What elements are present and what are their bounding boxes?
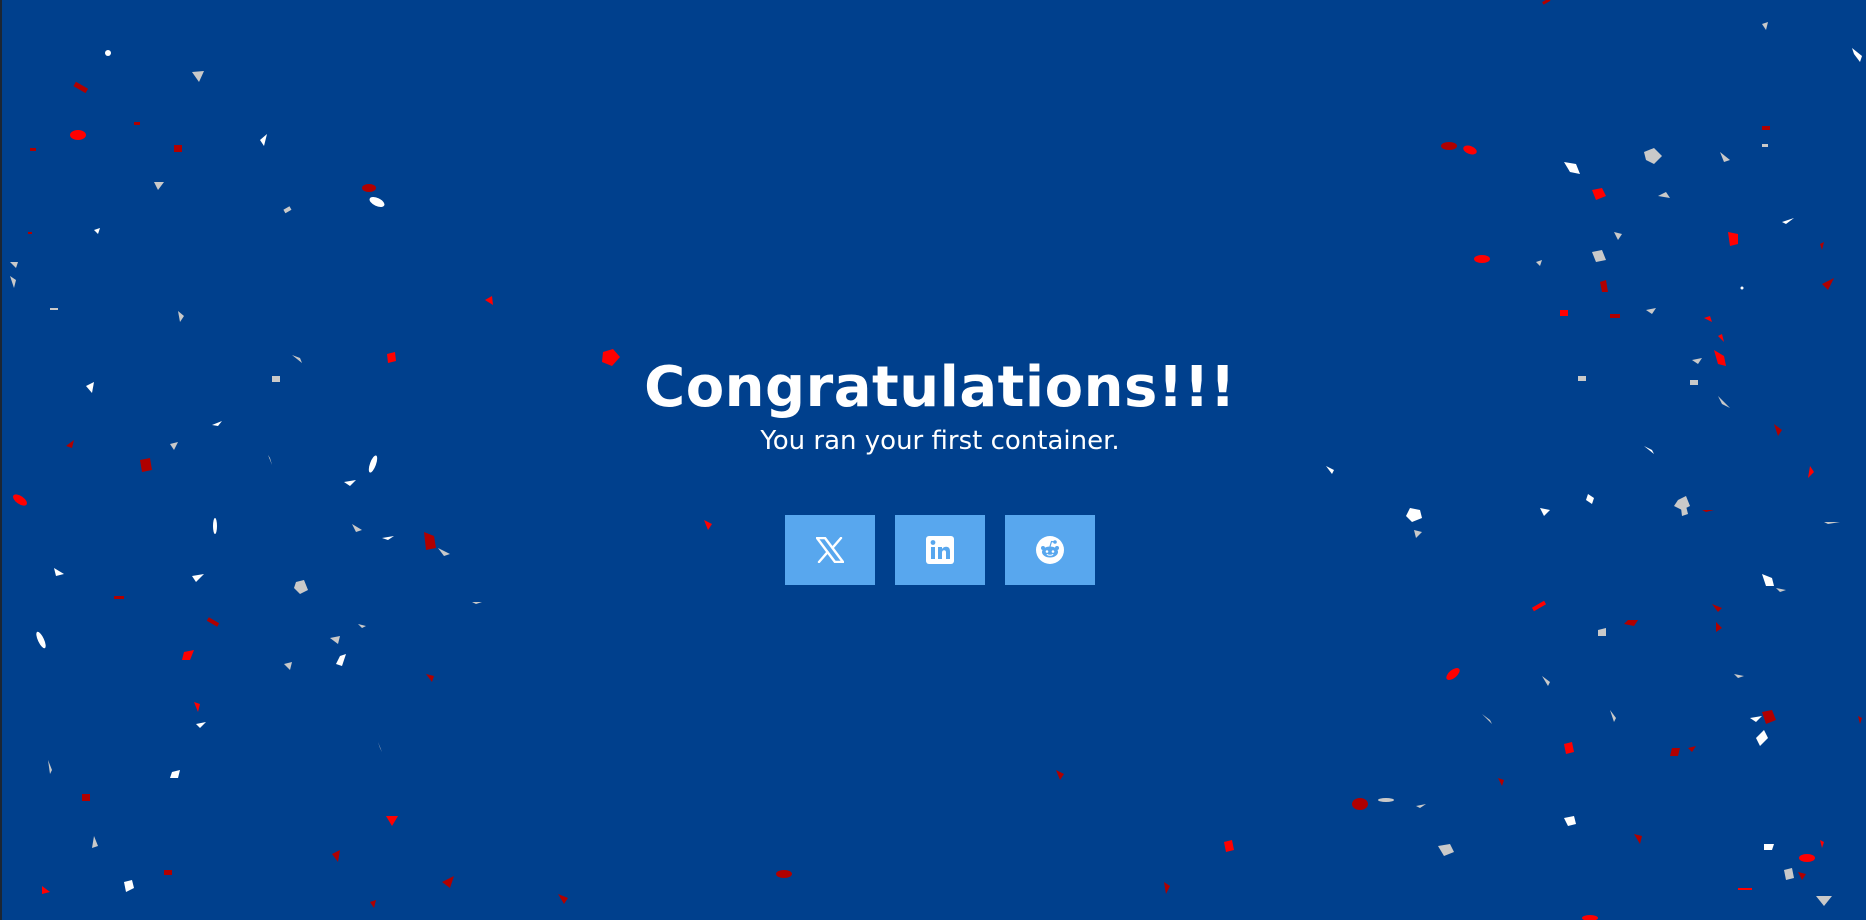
share-reddit-button[interactable] bbox=[1005, 515, 1095, 585]
x-logo-icon bbox=[816, 537, 844, 563]
share-linkedin-button[interactable] bbox=[895, 515, 985, 585]
reddit-logo-icon bbox=[1036, 536, 1064, 564]
page-subtitle: You ran your first container. bbox=[760, 426, 1120, 456]
share-buttons bbox=[2, 515, 1866, 585]
page-title: Congratulations!!! bbox=[644, 355, 1236, 420]
share-x-button[interactable] bbox=[785, 515, 875, 585]
page: Congratulations!!! You ran your first co… bbox=[0, 0, 1866, 920]
hero-content: Congratulations!!! You ran your first co… bbox=[2, 355, 1866, 585]
linkedin-logo-icon bbox=[926, 536, 954, 564]
